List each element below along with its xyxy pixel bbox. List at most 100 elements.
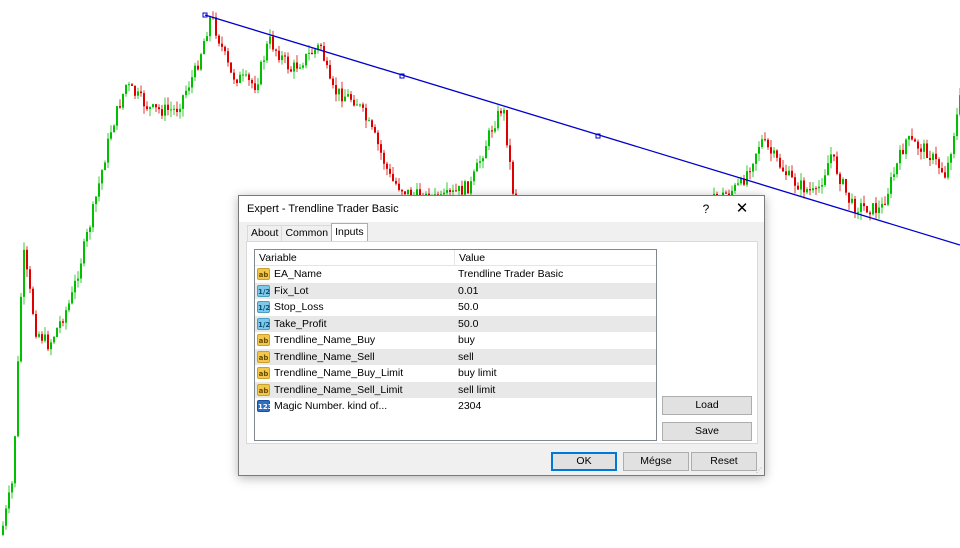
candle-body [35,313,37,337]
candle-body [956,114,958,137]
candle-body [830,154,832,164]
tab-inputs[interactable]: Inputs [331,223,368,241]
candle-body [506,109,508,146]
candle-body [494,128,496,132]
candle-body [395,180,397,184]
candle-body [59,321,61,328]
candle-body [260,61,262,85]
input-variable-name: EA_Name [274,268,322,280]
candle-body [332,78,334,86]
string-type-icon: ab [257,367,270,379]
resize-grip-icon[interactable]: ⋰ [756,467,762,474]
candle-body [482,158,484,162]
grid-rows: ab EA_Name Trendline Trader Basic 1/2 Fix_Lo… [255,266,656,415]
candle-body [182,95,184,109]
input-row[interactable]: 1/2 Take_Profit 50.0 [255,315,656,332]
candle-body [380,144,382,153]
candle-body [893,174,895,178]
candle-body [65,310,67,323]
candle-body [170,109,172,111]
candle-body [188,87,190,91]
candle-body [770,147,772,154]
candle-body [263,60,265,62]
header-variable[interactable]: Variable [255,250,297,266]
input-row[interactable]: ab Trendline_Name_Buy_Limit buy limit [255,365,656,382]
candle-body [152,104,154,108]
candle-body [206,36,208,42]
candle-body [62,321,64,323]
save-button[interactable]: Save [662,422,752,441]
candle-body [779,157,781,168]
double-type-icon: 1/2 [257,317,270,330]
candle-body [338,88,340,95]
input-row[interactable]: ab EA_Name Trendline Trader Basic [255,266,656,283]
double-type-icon: 1/2 [257,301,270,313]
close-button[interactable]: ✕ [728,199,756,219]
candle-body [356,104,358,106]
candle-body [47,334,49,350]
input-value[interactable]: Trendline Trader Basic [458,266,563,282]
candle-body [2,525,4,535]
candle-body [161,109,163,116]
input-value[interactable]: 0.01 [458,283,478,299]
candle-body [296,62,298,69]
candle-body [26,249,28,270]
help-button[interactable]: ? [694,199,718,219]
candle-body [197,65,199,70]
input-value[interactable]: sell [458,349,474,365]
candle-body [449,190,451,192]
candle-body [848,192,850,203]
candle-body [353,99,355,106]
candle-body [23,249,25,297]
candle-body [491,130,493,132]
candle-body [131,84,133,86]
tab-bar: About Common Inputs [247,223,368,241]
candle-body [113,125,115,133]
cancel-button[interactable]: Mégse [623,452,689,471]
input-row[interactable]: ab Trendline_Name_Sell sell [255,348,656,365]
input-value[interactable]: 2304 [458,398,481,414]
dialog-titlebar[interactable]: Expert - Trendline Trader Basic ? ✕ [239,196,764,222]
candle-body [404,191,406,195]
candle-body [155,104,157,108]
input-row[interactable]: 123 Magic Number. kind of... 2304 [255,398,656,415]
candle-body [857,211,859,213]
input-row[interactable]: ab Trendline_Name_Buy buy [255,332,656,349]
candle-body [377,132,379,145]
candle-body [389,168,391,174]
candle-body [737,183,739,185]
input-value[interactable]: buy [458,332,475,348]
tab-about[interactable]: About [247,225,283,241]
header-value[interactable]: Value [454,250,485,266]
ok-button[interactable]: OK [551,452,617,471]
input-row[interactable]: 1/2 Stop_Loss 50.0 [255,299,656,316]
candle-body [761,139,763,148]
load-button[interactable]: Load [662,396,752,415]
candle-body [185,90,187,96]
candle-body [842,178,844,184]
candle-body [110,132,112,139]
input-row[interactable]: 1/2 Fix_Lot 0.01 [255,282,656,299]
input-value[interactable]: 50.0 [458,299,478,315]
inputs-grid: Variable Value ab EA_Name Trendline Trader… [254,249,657,441]
input-value[interactable]: 50.0 [458,316,478,332]
input-value[interactable]: buy limit [458,365,497,381]
candle-body [56,327,58,337]
candle-body [365,107,367,121]
candle-body [512,161,514,194]
candle-body [230,62,232,73]
tab-common[interactable]: Common [281,225,333,241]
candle-body [869,212,871,215]
candle-body [485,146,487,159]
candle-body [785,171,787,176]
candle-body [854,198,856,213]
candle-body [233,72,235,80]
reset-button[interactable]: Reset [691,452,757,471]
candle-body [452,190,454,192]
input-value[interactable]: sell limit [458,382,495,398]
candle-body [20,296,22,362]
candle-body [302,65,304,68]
candle-body [938,159,940,169]
candle-body [950,154,952,163]
input-row[interactable]: ab Trendline_Name_Sell_Limit sell limit [255,381,656,398]
